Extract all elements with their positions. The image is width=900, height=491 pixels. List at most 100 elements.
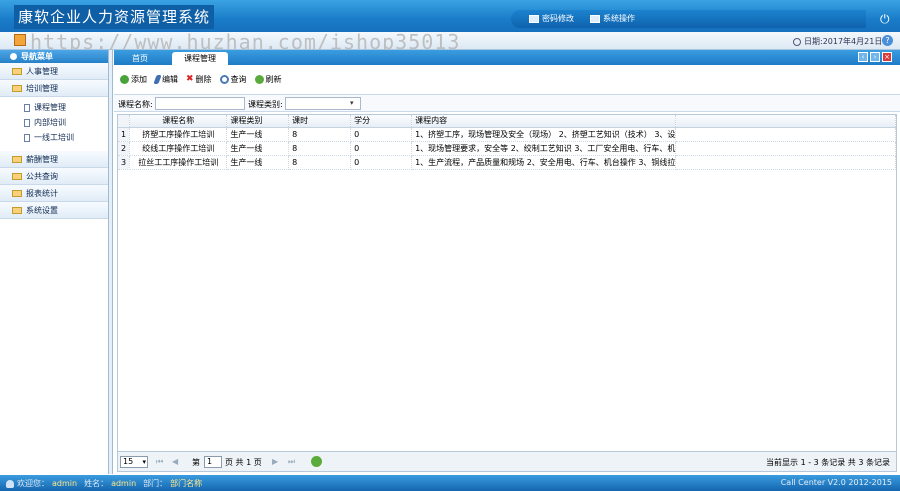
table-row[interactable]: 3 拉丝工工序操作工培训 生产一线 8 0 1、生产流程，产品质量和规场 2、安… — [118, 155, 896, 170]
course-table: 课程名称 课程类别 课时 学分 课程内容 1 挤塑工序操作工培训 生产一线 8 … — [118, 115, 896, 170]
pagination-bar: 15 ▾ ⏮ ◀ 第 1 页 共 1 页 ▶ ⏭ 当前显示 1 - 3 条记录 … — [117, 452, 897, 472]
table-header-row: 课程名称 课程类别 课时 学分 课程内容 — [118, 115, 896, 128]
row-number: 1 — [118, 127, 131, 142]
main-panel: 首页 课程管理 ‹ › × 添加 编辑 ✖ 删除 查询 刷新 课程名称: 课程类… — [114, 50, 900, 474]
page-size-select[interactable]: 15 ▾ — [120, 456, 148, 468]
edit-button[interactable]: 编辑 — [153, 74, 178, 85]
table-row[interactable]: 1 挤塑工序操作工培训 生产一线 8 0 1、挤塑工序，现场管理及安全（现场） … — [118, 127, 896, 142]
row-number-header — [118, 115, 131, 128]
add-icon — [120, 74, 129, 84]
cell-content: 1、现场管理要求，安全等 2、绞制工艺知识 3、工厂安全用电、行车、机 — [411, 141, 677, 156]
page-number-input[interactable]: 1 — [204, 456, 222, 468]
toolbar: 添加 编辑 ✖ 删除 查询 刷新 — [114, 68, 900, 90]
sidebar-item-internal-training[interactable]: 内部培训 — [0, 115, 108, 130]
refresh-icon[interactable] — [311, 456, 322, 467]
folder-icon — [12, 67, 22, 75]
record-info: 当前显示 1 - 3 条记录 共 3 条记录 — [766, 458, 890, 467]
close-icon[interactable]: × — [882, 52, 892, 62]
column-header-hours[interactable]: 课时 — [288, 115, 352, 128]
folder-icon — [12, 155, 22, 163]
sidebar-item-settings[interactable]: 系统设置 — [0, 202, 108, 219]
sidebar-item-public-query[interactable]: 公共查询 — [0, 168, 108, 185]
next-page-icon[interactable]: ▶ — [272, 457, 278, 466]
course-category-label: 课程类别: — [248, 100, 283, 109]
cell-filler — [675, 127, 896, 142]
cell-name: 挤塑工序操作工培训 — [129, 127, 228, 142]
power-icon[interactable]: ⏻ — [880, 13, 892, 25]
sidebar-title: 导航菜单 — [0, 50, 108, 63]
page-total: 页 共 1 页 — [225, 458, 262, 467]
first-page-icon[interactable]: ⏮ — [156, 457, 163, 467]
password-icon — [529, 14, 539, 23]
query-button[interactable]: 查询 — [219, 74, 247, 85]
folder-icon — [12, 189, 22, 197]
user-info: 欢迎您： admin 姓名： admin 部门： 部门名称 — [6, 478, 202, 489]
cell-category: 生产一线 — [226, 155, 290, 170]
cell-hours: 8 — [288, 127, 352, 142]
password-change-button[interactable]: 密码修改 — [529, 13, 574, 24]
last-page-icon[interactable]: ⏭ — [288, 457, 295, 467]
column-header-category[interactable]: 课程类别 — [226, 115, 290, 128]
course-category-select[interactable]: ▾ — [285, 97, 361, 110]
folder-icon — [12, 206, 22, 214]
tab-home[interactable]: 首页 — [120, 52, 160, 65]
delete-icon: ✖ — [186, 74, 194, 84]
user-icon — [6, 479, 14, 488]
course-name-input[interactable] — [155, 97, 245, 110]
column-header-content[interactable]: 课程内容 — [411, 115, 677, 128]
tab-bar: 首页 课程管理 ‹ › × — [114, 50, 900, 65]
tab-course-management[interactable]: 课程管理 — [172, 52, 228, 65]
cell-content: 1、生产流程，产品质量和规场 2、安全用电、行车、机台操作 3、铜线拉 — [411, 155, 677, 170]
cell-credit: 0 — [350, 127, 413, 142]
app-title: 康软企业人力资源管理系统 — [14, 5, 215, 29]
system-icon — [590, 14, 600, 23]
cell-category: 生产一线 — [226, 141, 290, 156]
sidebar-item-payroll[interactable]: 薪酬管理 — [0, 151, 108, 168]
date-display: 日期:2017年4月21日 — [793, 36, 882, 47]
home-icon[interactable] — [14, 34, 26, 46]
cell-name: 拉丝工工序操作工培训 — [129, 155, 228, 170]
course-name-label: 课程名称: — [118, 100, 153, 109]
sidebar-splitter[interactable] — [109, 50, 113, 474]
system-ops-button[interactable]: 系统操作 — [590, 13, 635, 24]
search-icon — [219, 74, 229, 84]
folder-open-icon — [12, 84, 22, 92]
sidebar-item-hr[interactable]: 人事管理 — [0, 63, 108, 80]
cell-hours: 8 — [288, 141, 352, 156]
sidebar-item-frontline-training[interactable]: 一线工培训 — [0, 130, 108, 145]
course-grid: 课程名称 课程类别 课时 学分 课程内容 1 挤塑工序操作工培训 生产一线 8 … — [117, 114, 897, 452]
status-footer: 欢迎您： admin 姓名： admin 部门： 部门名称 Call Cente… — [0, 475, 900, 491]
chevron-left-icon[interactable]: ‹ — [858, 52, 868, 62]
training-submenu: 课程管理 内部培训 一线工培训 — [0, 97, 108, 151]
tab-controls: ‹ › × — [858, 52, 892, 62]
copyright: Call Center V2.0 2012-2015 — [780, 478, 892, 487]
cell-credit: 0 — [350, 155, 413, 170]
folder-icon — [12, 172, 22, 180]
document-icon — [24, 103, 30, 112]
column-header-name[interactable]: 课程名称 — [129, 115, 228, 128]
nav-icon — [10, 53, 17, 60]
chevron-down-icon: ▾ — [350, 99, 354, 107]
cell-hours: 8 — [288, 155, 352, 170]
header-actions: 密码修改 系统操作 — [511, 10, 866, 28]
chevron-right-icon[interactable]: › — [870, 52, 880, 62]
column-header-filler — [675, 115, 896, 128]
edit-icon — [153, 74, 162, 84]
cell-name: 绞线工序操作工培训 — [129, 141, 228, 156]
sidebar-item-training[interactable]: 培训管理 — [0, 80, 108, 97]
help-icon[interactable]: ? — [882, 35, 893, 46]
cell-category: 生产一线 — [226, 127, 290, 142]
refresh-button[interactable]: 刷新 — [254, 74, 282, 85]
table-row[interactable]: 2 绞线工序操作工培训 生产一线 8 0 1、现场管理要求，安全等 2、绞制工艺… — [118, 141, 896, 156]
column-header-credit[interactable]: 学分 — [350, 115, 413, 128]
row-number: 2 — [118, 141, 131, 156]
chevron-down-icon: ▾ — [142, 458, 146, 466]
delete-button[interactable]: ✖ 删除 — [186, 74, 212, 85]
app-header: 康软企业人力资源管理系统 密码修改 系统操作 ⏻ — [0, 0, 900, 32]
prev-page-icon[interactable]: ◀ — [172, 457, 178, 466]
sidebar-item-reports[interactable]: 报表统计 — [0, 185, 108, 202]
add-button[interactable]: 添加 — [120, 74, 147, 85]
page-prefix: 第 — [192, 458, 200, 467]
cell-credit: 0 — [350, 141, 413, 156]
sidebar-item-course-management[interactable]: 课程管理 — [0, 100, 108, 115]
